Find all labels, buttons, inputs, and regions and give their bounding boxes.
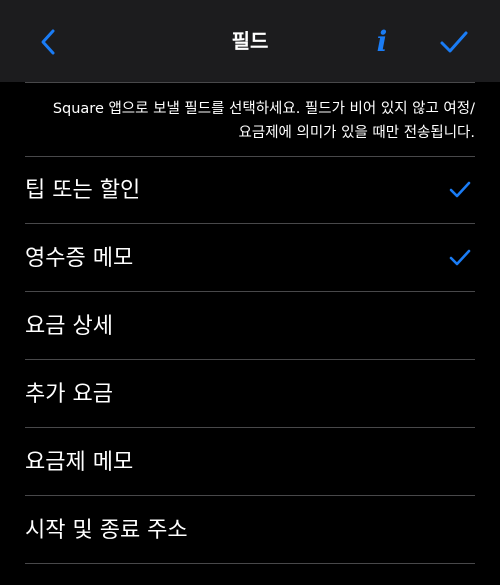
- field-label: 요금제 메모: [25, 450, 134, 475]
- field-row-rate-memo[interactable]: 요금제 메모: [0, 428, 500, 496]
- info-icon: i: [376, 25, 388, 58]
- field-label: 시작 및 종료 주소: [25, 518, 188, 543]
- field-row-tip-or-discount[interactable]: 팁 또는 할인: [0, 156, 500, 224]
- description-line-1: Square 앱으로 보낼 필드를 선택하세요. 필드가 비어 있지 않고 여정…: [52, 101, 475, 117]
- done-button[interactable]: [434, 24, 474, 60]
- field-label: 영수증 메모: [25, 246, 134, 271]
- checkmark-icon: [440, 31, 468, 53]
- description-line-2: 요금제에 의미가 있을 때만 전송됩니다.: [238, 125, 475, 141]
- field-row-start-end-address[interactable]: 시작 및 종료 주소: [0, 496, 500, 564]
- checkmark-icon: [449, 181, 471, 198]
- field-label: 추가 요금: [25, 382, 113, 407]
- field-list: 팁 또는 할인 영수증 메모 요금 상세 추가 요금 요금제 메모 시작 및 종: [0, 156, 500, 564]
- checkmark-icon: [449, 249, 471, 266]
- field-row-receipt-memo[interactable]: 영수증 메모: [0, 224, 500, 292]
- row-divider: [25, 563, 475, 564]
- navigation-bar: 필드 i: [0, 0, 500, 82]
- field-label: 요금 상세: [25, 314, 113, 339]
- field-row-fare-details[interactable]: 요금 상세: [0, 292, 500, 360]
- info-button[interactable]: i: [366, 24, 398, 60]
- field-label: 팁 또는 할인: [25, 178, 141, 203]
- header-divider: [25, 82, 475, 83]
- page-title: 필드: [231, 29, 269, 53]
- description-text: Square 앱으로 보낼 필드를 선택하세요. 필드가 비어 있지 않고 여정…: [25, 97, 475, 145]
- field-row-extra-charges[interactable]: 추가 요금: [0, 360, 500, 428]
